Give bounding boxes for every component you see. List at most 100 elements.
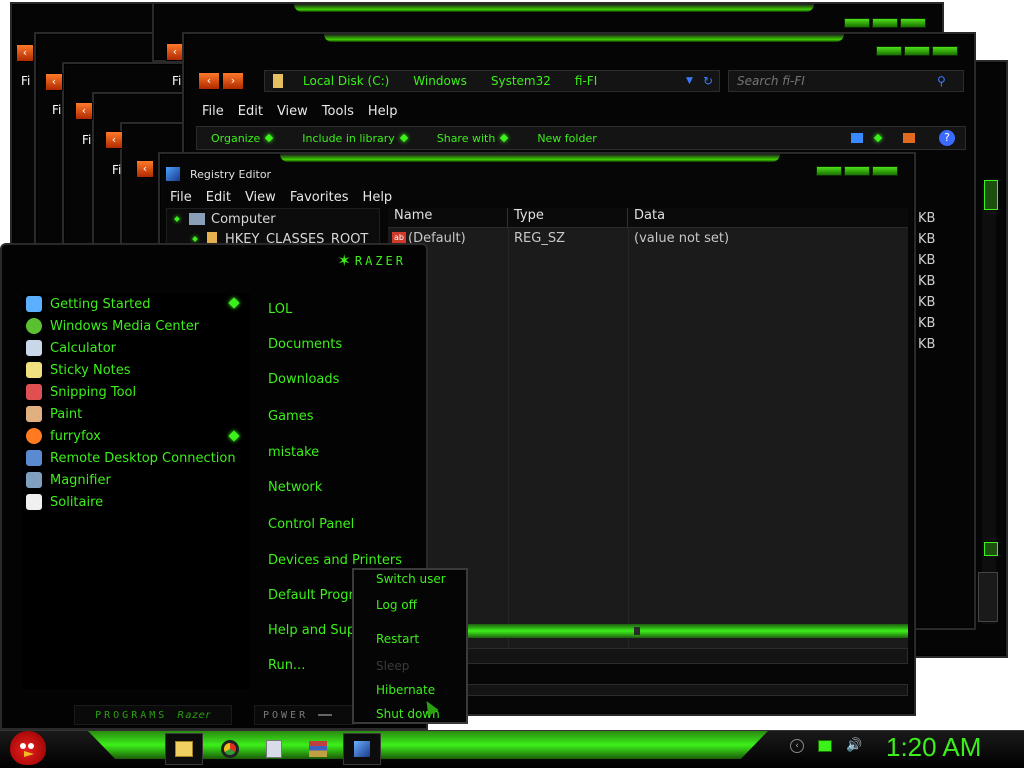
menu-file[interactable]: File: [202, 104, 224, 119]
tree-expand-dot-icon[interactable]: [174, 216, 180, 222]
taskbar-chrome[interactable]: [211, 733, 249, 765]
column-divider: [508, 228, 509, 652]
organize-button[interactable]: Organize: [211, 132, 260, 145]
help-icon[interactable]: ?: [939, 130, 955, 146]
breadcrumb-local-disk[interactable]: Local Disk (C:): [303, 74, 389, 88]
view-icon[interactable]: [851, 133, 863, 143]
ghost-back-button-5: ‹: [136, 160, 154, 178]
search-box[interactable]: ⚲: [728, 70, 964, 92]
tree-expand-dot-icon[interactable]: [192, 236, 198, 242]
power-button[interactable]: POWER: [254, 705, 354, 725]
breadcrumb-windows[interactable]: Windows: [413, 74, 467, 88]
size-unit: KB: [918, 316, 936, 331]
hscroll-thumb[interactable]: [634, 627, 640, 635]
new-folder-button[interactable]: New folder: [537, 132, 596, 145]
program-magnifier[interactable]: Magnifier: [22, 469, 250, 491]
program-solitaire[interactable]: Solitaire: [22, 491, 250, 513]
program-calculator[interactable]: Calculator: [22, 337, 250, 359]
column-type[interactable]: Type: [508, 208, 628, 227]
place-downloads[interactable]: Downloads: [268, 362, 418, 397]
volume-icon[interactable]: 🔊: [846, 738, 862, 753]
values-header: Name Type Data: [388, 208, 908, 228]
program-label: Windows Media Center: [50, 318, 200, 334]
column-name[interactable]: Name: [388, 208, 508, 227]
program-snipping-tool[interactable]: Snipping Tool: [22, 381, 250, 403]
regedit-menu-favorites[interactable]: Favorites: [290, 190, 349, 205]
tree-item-computer[interactable]: Computer: [167, 209, 379, 229]
place-documents[interactable]: Documents: [268, 327, 418, 362]
power-shut-down[interactable]: Shut down: [354, 702, 466, 726]
power-log-off[interactable]: Log off: [354, 590, 466, 620]
menu-edit[interactable]: Edit: [238, 104, 263, 119]
program-label: Getting Started: [50, 296, 151, 312]
clock[interactable]: 1:20 AM: [886, 732, 981, 763]
preview-pane-icon[interactable]: [903, 133, 915, 143]
program-sticky-notes[interactable]: Sticky Notes: [22, 359, 250, 381]
tray-expand-icon[interactable]: ‹: [790, 738, 804, 753]
menu-help[interactable]: Help: [368, 104, 398, 119]
regedit-menu-view[interactable]: View: [245, 190, 276, 205]
power-switch-user[interactable]: Switch user: [354, 570, 466, 590]
program-media-center[interactable]: Windows Media Center: [22, 315, 250, 337]
snipping-tool-icon: [26, 384, 42, 400]
notepad-icon: [266, 740, 282, 758]
share-dot-icon: [500, 133, 509, 143]
address-dropdown-icon[interactable]: ▼: [686, 76, 693, 86]
place-network[interactable]: Network: [268, 470, 418, 505]
regedit-window-controls[interactable]: [816, 166, 898, 178]
ghost-menu-fi-5: Fi: [172, 74, 182, 88]
taskbar-archive[interactable]: [299, 733, 337, 765]
program-furryfox[interactable]: furryfox: [22, 425, 250, 447]
chrome-icon: [221, 740, 239, 758]
explorer-scrollbar[interactable]: [982, 184, 996, 624]
taskbar-regedit[interactable]: [343, 733, 381, 765]
refresh-icon[interactable]: ↻: [703, 74, 713, 88]
menu-view[interactable]: View: [277, 104, 308, 119]
place-games[interactable]: Games: [268, 397, 418, 435]
ghost-scroll-right-3: [978, 572, 998, 622]
power-restart[interactable]: Restart: [354, 620, 466, 654]
values-row[interactable]: ab (Default) REG_SZ (value not set): [388, 228, 908, 248]
search-icon[interactable]: ⚲: [937, 74, 946, 88]
size-unit: KB: [918, 337, 936, 352]
column-data[interactable]: Data: [628, 208, 908, 227]
window-controls[interactable]: [876, 46, 958, 58]
breadcrumb-system32[interactable]: System32: [491, 74, 551, 88]
place-lol[interactable]: LOL: [268, 292, 418, 327]
breadcrumb-fi-fi[interactable]: fi-FI: [575, 74, 597, 88]
program-paint[interactable]: Paint: [22, 403, 250, 425]
program-getting-started[interactable]: Getting Started: [22, 293, 250, 315]
archive-icon: [309, 741, 327, 757]
back-button[interactable]: ‹: [198, 72, 220, 90]
regedit-hscroll[interactable]: [460, 624, 908, 638]
paint-icon: [26, 406, 42, 422]
ghost-menu-fi-2: Fi: [52, 103, 62, 117]
taskbar-explorer[interactable]: [165, 733, 203, 765]
folder-icon: [273, 74, 283, 88]
place-control-panel[interactable]: Control Panel: [268, 505, 418, 543]
calculator-icon: [26, 340, 42, 356]
all-programs-button[interactable]: PROGRAMS Razer: [74, 705, 232, 725]
search-input[interactable]: [737, 74, 937, 88]
program-remote-desktop[interactable]: Remote Desktop Connection: [22, 447, 250, 469]
network-icon[interactable]: [818, 739, 832, 752]
regedit-statusbar: [460, 648, 908, 664]
value-data: (value not set): [634, 230, 730, 246]
computer-icon: [189, 213, 205, 225]
start-button[interactable]: [6, 728, 50, 768]
address-bar[interactable]: Local Disk (C:) Windows System32 fi-FI ▼…: [264, 70, 720, 92]
regedit-app-icon: [166, 167, 180, 181]
power-label: POWER: [263, 709, 309, 721]
include-library-button[interactable]: Include in library: [302, 132, 394, 145]
menu-tools[interactable]: Tools: [322, 104, 354, 119]
regedit-menu-help[interactable]: Help: [363, 190, 393, 205]
taskbar-notepad[interactable]: [255, 733, 293, 765]
regedit-menu-edit[interactable]: Edit: [206, 190, 231, 205]
regedit-menu-file[interactable]: File: [170, 190, 192, 205]
forward-button[interactable]: ›: [222, 72, 244, 90]
ghost-back-button-1: ‹: [16, 44, 34, 62]
explorer-menubar: File Edit View Tools Help: [202, 104, 411, 119]
share-with-button[interactable]: Share with: [437, 132, 496, 145]
power-hibernate[interactable]: Hibernate: [354, 678, 466, 702]
place-mistake[interactable]: mistake: [268, 435, 418, 470]
